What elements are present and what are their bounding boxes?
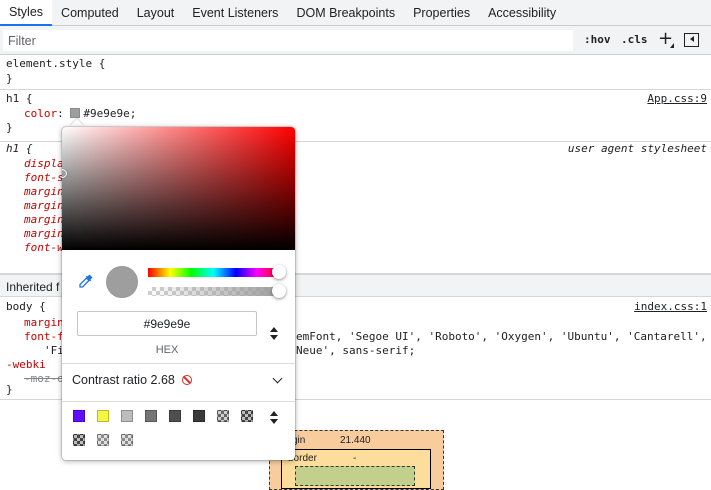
- eyedropper-icon[interactable]: [78, 273, 94, 289]
- contrast-ratio-row[interactable]: Contrast ratio 2.68: [72, 373, 285, 393]
- new-rule-menu-icon[interactable]: [670, 43, 674, 48]
- palette-swatch[interactable]: [121, 434, 133, 446]
- palette-swatch[interactable]: [145, 410, 157, 422]
- ua-prop-font-weight: font-w: [24, 241, 64, 254]
- color-swatch[interactable]: [70, 108, 81, 118]
- ua-prop-display: displa: [24, 157, 64, 170]
- color-format-label: HEX: [155, 344, 179, 356]
- contrast-fail-icon: [182, 375, 193, 385]
- color-picker-popup: HEX Contrast ratio 2.68: [62, 127, 295, 460]
- tab-layout[interactable]: Layout: [128, 0, 184, 25]
- ua-prop-font-size: font-s: [24, 171, 64, 184]
- ua-prop-margin-4: margin: [24, 227, 64, 240]
- app-css-link[interactable]: App.css:9: [647, 92, 707, 105]
- body-prop-webkit[interactable]: -webki: [6, 358, 46, 371]
- palette-swatch[interactable]: [193, 410, 205, 422]
- box-margin-value[interactable]: 21.440: [340, 435, 371, 446]
- rule-close-brace: }: [6, 72, 13, 85]
- colon: :: [57, 107, 71, 120]
- alpha-slider[interactable]: [148, 287, 279, 296]
- palette-switch-icon[interactable]: [270, 411, 278, 425]
- palette-swatch[interactable]: [73, 410, 85, 422]
- ua-prop-margin-2: margin: [24, 199, 64, 212]
- ua-prop-margin-1: margin: [24, 185, 64, 198]
- palette-swatch[interactable]: [217, 410, 229, 422]
- rule-close-brace: }: [6, 383, 13, 396]
- tab-computed[interactable]: Computed: [52, 0, 128, 25]
- tab-styles[interactable]: Styles: [0, 0, 53, 26]
- color-declaration[interactable]: color: #9e9e9e;: [24, 107, 136, 120]
- palette-swatch[interactable]: [241, 410, 253, 422]
- cls-toggle[interactable]: .cls: [621, 33, 648, 46]
- saturation-cursor[interactable]: [62, 169, 67, 178]
- hue-slider[interactable]: [148, 268, 279, 277]
- index-css-link[interactable]: index.css:1: [634, 300, 707, 313]
- tab-accessibility[interactable]: Accessibility: [479, 0, 565, 25]
- ua-prop-margin-3: margin: [24, 213, 64, 226]
- contrast-ratio-value: 2.68: [150, 373, 175, 387]
- box-border-value[interactable]: -: [353, 453, 356, 464]
- palette-swatch[interactable]: [97, 434, 109, 446]
- rule-close-brace: }: [6, 121, 13, 134]
- font-family-value-line1: emFont, 'Segoe UI', 'Roboto', 'Oxygen', …: [296, 330, 707, 343]
- color-preview-swatch: [106, 266, 138, 298]
- color-property-name[interactable]: color: [24, 107, 57, 120]
- body-prop-font-family[interactable]: font-f: [24, 330, 64, 343]
- filter-input[interactable]: [3, 30, 573, 51]
- font-family-value-line2: Neue', sans-serif;: [296, 344, 416, 357]
- divider: [62, 363, 295, 364]
- palette-swatch[interactable]: [97, 410, 109, 422]
- hue-slider-knob[interactable]: [272, 265, 286, 279]
- palette-swatch[interactable]: [121, 410, 133, 422]
- h1-rule-selector[interactable]: h1 {: [6, 92, 33, 105]
- toggle-sidebar-icon[interactable]: [684, 33, 699, 47]
- contrast-ratio-label: Contrast ratio: [72, 373, 148, 387]
- body-prop-margin[interactable]: margin: [24, 316, 64, 329]
- body-prop-moz-overridden: -moz-o: [24, 372, 64, 385]
- font-family-value-fragment: 'Fi: [44, 344, 64, 357]
- ua-h1-selector: h1 {: [6, 142, 33, 155]
- tab-event-listeners[interactable]: Event Listeners: [183, 0, 287, 25]
- styles-toolbar: :hov .cls +: [0, 26, 711, 55]
- hex-value-input[interactable]: [77, 311, 257, 336]
- tab-properties[interactable]: Properties: [404, 0, 479, 25]
- palette-swatch[interactable]: [73, 434, 85, 446]
- saturation-value-area[interactable]: [62, 127, 295, 250]
- element-style-section: element.style { }: [0, 56, 711, 90]
- tab-dom-breakpoints[interactable]: DOM Breakpoints: [287, 0, 404, 25]
- chevron-down-icon[interactable]: [272, 373, 283, 384]
- alpha-slider-knob[interactable]: [272, 284, 286, 298]
- user-agent-stylesheet-label: user agent stylesheet: [567, 142, 707, 155]
- palette-swatch[interactable]: [169, 410, 181, 422]
- panel-tab-bar: Styles Computed Layout Event Listeners D…: [0, 0, 711, 26]
- hov-toggle[interactable]: :hov: [584, 33, 611, 46]
- divider: [62, 401, 295, 402]
- body-selector[interactable]: body {: [6, 300, 46, 313]
- format-toggle-icon[interactable]: [270, 327, 278, 341]
- color-value[interactable]: #9e9e9e;: [83, 107, 136, 120]
- element-style-selector: element.style {: [6, 57, 106, 70]
- box-model-padding[interactable]: [295, 466, 415, 486]
